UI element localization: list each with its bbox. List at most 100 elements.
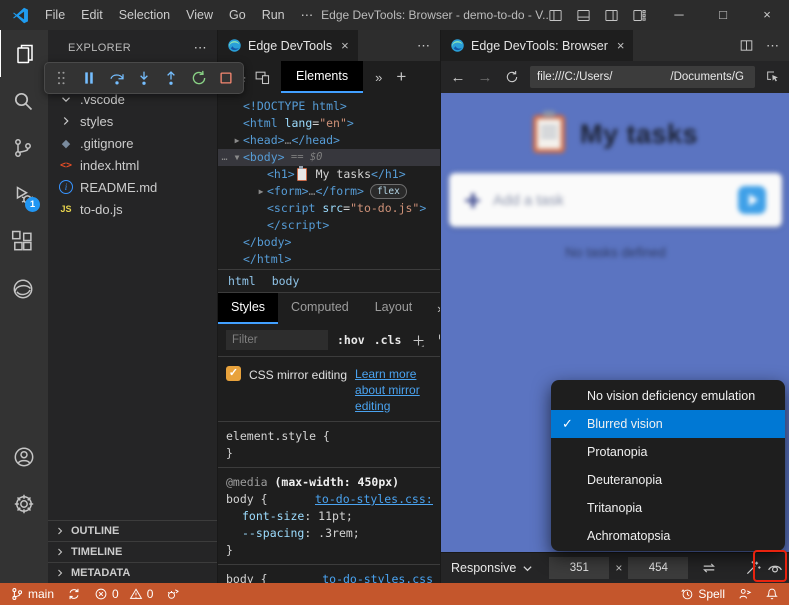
dom-node[interactable]: <!DOCTYPE html>	[218, 98, 441, 115]
activity-item-settings[interactable]	[0, 480, 48, 527]
file-item[interactable]: JSto-do.js	[48, 198, 217, 220]
dom-node[interactable]: ▶<head>…</head>	[218, 132, 441, 149]
toggle-hover-state[interactable]: :hov	[337, 333, 365, 347]
activity-item-extensions[interactable]	[0, 218, 47, 265]
add-task-form[interactable]: Add a task	[449, 173, 782, 227]
dom-node[interactable]: <html lang="en">	[218, 115, 441, 132]
tab-computed[interactable]: Computed	[278, 293, 362, 324]
menu-option-deuteranopia[interactable]: Deuteranopia	[551, 466, 785, 494]
activity-item-explorer[interactable]	[0, 30, 49, 77]
close-tab-icon[interactable]: ×	[341, 38, 349, 53]
css-mirror-learn-more-link[interactable]: Learn more about mirror editing	[355, 366, 435, 414]
dom-node[interactable]: …▼<body> == $0	[218, 149, 441, 166]
file-item[interactable]: iREADME.md	[48, 176, 217, 198]
close-tab-icon[interactable]: ×	[617, 38, 625, 53]
tab-elements[interactable]: Elements	[281, 61, 363, 93]
menubar-item-view[interactable]: View	[178, 0, 221, 30]
step-into-icon[interactable]	[134, 68, 154, 88]
spell-checker-status[interactable]: Spell	[680, 587, 725, 601]
expand-toggle-icon[interactable]: ▶	[231, 132, 243, 149]
menubar-item-more[interactable]: ⋯	[293, 0, 322, 30]
menu-option-blurred-vision[interactable]: ✓Blurred vision	[551, 410, 785, 438]
toggle-classes[interactable]: .cls	[374, 333, 402, 347]
toggle-secondary-sidebar-icon[interactable]	[604, 8, 619, 23]
back-icon[interactable]: ←	[449, 68, 467, 86]
activity-item-edge-devtools[interactable]	[0, 265, 47, 312]
file-item[interactable]: styles	[48, 110, 217, 132]
expand-toggle-icon[interactable]: ▼	[231, 149, 243, 166]
menubar-item-selection[interactable]: Selection	[111, 0, 178, 30]
debug-session-indicator[interactable]	[166, 587, 180, 601]
menu-option-tritanopia[interactable]: Tritanopia	[551, 494, 785, 522]
activity-item-source-control[interactable]	[0, 124, 47, 171]
breadcrumb-html[interactable]: html	[228, 274, 256, 288]
activity-item-account[interactable]	[0, 433, 48, 480]
css-mirror-checkbox[interactable]: ✓	[226, 366, 241, 381]
step-out-icon[interactable]	[161, 68, 181, 88]
dom-node[interactable]: </script>	[218, 217, 441, 234]
file-item[interactable]: ◆.gitignore	[48, 132, 217, 154]
branch-indicator[interactable]: main	[10, 587, 54, 601]
dom-node[interactable]: </body>	[218, 234, 441, 251]
tab-edge-devtools-browser[interactable]: Edge DevTools: Browser ×	[441, 30, 633, 61]
explorer-more-actions[interactable]: ⋯	[194, 40, 207, 56]
close-button[interactable]: ×	[745, 0, 789, 30]
notifications-button[interactable]	[765, 587, 779, 601]
sidebar-section-outline[interactable]: OUTLINE	[48, 520, 217, 541]
dom-node[interactable]: <h1> My tasks</h1>	[218, 166, 441, 183]
device-emulation-icon[interactable]	[251, 66, 273, 88]
menubar-item-run[interactable]: Run	[254, 0, 293, 30]
menu-option-protanopia[interactable]: Protanopia	[551, 438, 785, 466]
dom-node[interactable]: ▶<form>…</form>flex	[218, 183, 441, 200]
dom-node[interactable]: </html>	[218, 251, 441, 268]
sync-button[interactable]	[67, 587, 81, 601]
activity-item-run-debug[interactable]: 1	[0, 171, 47, 218]
css-declaration[interactable]: font-size: 11pt;	[226, 508, 433, 525]
split-editor-icon[interactable]	[739, 38, 754, 53]
toggle-panel-icon[interactable]	[576, 8, 591, 23]
menu-option-achromatopsia[interactable]: Achromatopsia	[551, 522, 785, 550]
menubar-item-go[interactable]: Go	[221, 0, 254, 30]
expand-toggle-icon[interactable]: ▶	[255, 183, 267, 200]
reload-icon[interactable]	[503, 68, 521, 86]
new-style-rule-icon[interactable]	[410, 329, 427, 351]
more-tabs-icon[interactable]: »	[375, 70, 382, 85]
forward-icon[interactable]: →	[476, 68, 494, 86]
sidebar-section-metadata[interactable]: METADATA	[48, 562, 217, 583]
rotate-dimensions-icon[interactable]	[700, 557, 718, 579]
sidebar-section-timeline[interactable]: TIMELINE	[48, 541, 217, 562]
feedback-button[interactable]	[738, 587, 752, 601]
editor-more-actions[interactable]: ⋯	[417, 38, 431, 54]
css-source-link[interactable]: to-do-styles.css:4	[315, 491, 433, 508]
inspect-icon[interactable]	[764, 68, 782, 86]
maximize-button[interactable]: □	[701, 0, 745, 30]
problems-indicator[interactable]: 0 0	[94, 587, 153, 601]
file-item[interactable]: <>index.html	[48, 154, 217, 176]
device-selector[interactable]: Responsive	[451, 561, 533, 575]
dom-node[interactable]: <script src="to-do.js">	[218, 200, 441, 217]
grip-icon[interactable]	[52, 68, 72, 88]
viewport-width-input[interactable]	[549, 557, 609, 579]
url-bar[interactable]: file:///C:/Users/ /Documents/G	[530, 66, 755, 88]
customize-layout-icon[interactable]	[632, 8, 647, 23]
restart-icon[interactable]	[189, 68, 209, 88]
activity-item-search[interactable]	[0, 77, 47, 124]
stop-icon[interactable]	[216, 68, 236, 88]
menubar-item-file[interactable]: File	[37, 0, 73, 30]
tab-layout[interactable]: Layout	[362, 293, 426, 324]
styles-filter-input[interactable]	[226, 330, 328, 350]
wand-icon[interactable]	[744, 557, 762, 579]
add-task-submit-button[interactable]	[738, 186, 766, 214]
tab-edge-devtools[interactable]: Edge DevTools ×	[218, 30, 358, 61]
toggle-sidebar-icon[interactable]	[548, 8, 563, 23]
css-declaration[interactable]: --spacing: .3rem;	[226, 525, 433, 542]
add-tool-icon[interactable]: +	[396, 67, 406, 87]
menubar-item-edit[interactable]: Edit	[73, 0, 111, 30]
viewport-height-input[interactable]	[628, 557, 688, 579]
tab-styles[interactable]: Styles	[218, 293, 278, 324]
breadcrumb-body[interactable]: body	[272, 274, 300, 288]
pause-icon[interactable]	[79, 68, 99, 88]
menu-option-no-vision-deficiency-emulation[interactable]: No vision deficiency emulation	[551, 382, 785, 410]
css-source-link[interactable]: to-do-styles.css	[322, 571, 433, 583]
editor-more-actions[interactable]: ⋯	[766, 38, 780, 54]
